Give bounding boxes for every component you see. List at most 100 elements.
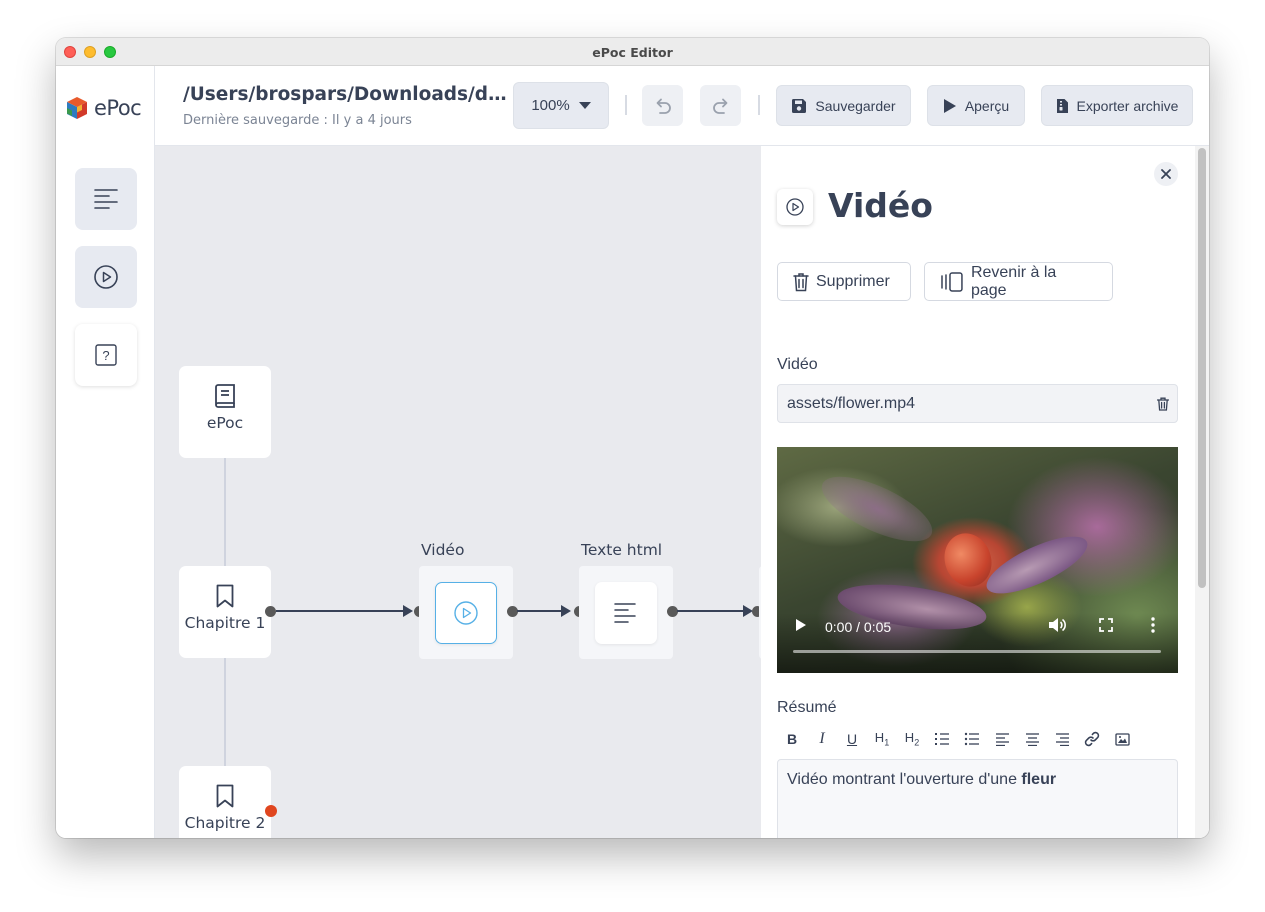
align-left-icon (995, 732, 1009, 746)
summary-editor[interactable]: Vidéo montrant l'ouverture d'une fleur (777, 759, 1178, 838)
alert-badge (265, 805, 277, 817)
bookmark-icon (216, 784, 234, 808)
delete-label: Supprimer (816, 272, 890, 290)
book-icon (215, 384, 235, 408)
last-saved-text: Dernière sauvegarde : Il y a 4 jours (183, 113, 412, 128)
underline-button[interactable]: U (837, 726, 867, 752)
heading1-button[interactable]: H1 (867, 726, 897, 752)
edge-line (677, 610, 745, 612)
summary-bold-text: fleur (1021, 771, 1057, 788)
panel-title: Vidéo (828, 186, 933, 225)
chapter-node[interactable]: Chapitre 1 (179, 566, 271, 658)
close-panel-button[interactable] (1154, 162, 1178, 186)
video-time: 0:00 / 0:05 (825, 619, 892, 635)
bullet-list-icon (964, 732, 979, 746)
align-left-button[interactable] (987, 726, 1017, 752)
undo-button[interactable] (642, 85, 683, 126)
play-icon[interactable] (795, 618, 807, 632)
chapter-output-handle[interactable] (265, 606, 276, 617)
video-file-value: assets/flower.mp4 (787, 395, 916, 412)
bullet-list-button[interactable] (957, 726, 987, 752)
align-left-icon (614, 603, 636, 623)
export-label: Exporter archive (1076, 97, 1179, 114)
back-to-page-button[interactable]: Revenir à la page (924, 262, 1113, 301)
chapter-node[interactable]: Chapitre 2 (179, 766, 271, 838)
play-circle-icon (454, 601, 478, 625)
page-node[interactable] (419, 566, 513, 659)
zoom-select[interactable]: 100% (513, 82, 609, 129)
connector-line (224, 658, 226, 766)
bookmark-icon (216, 584, 234, 608)
align-center-button[interactable] (1017, 726, 1047, 752)
toolbar-separator (625, 95, 627, 115)
align-center-icon (1025, 732, 1039, 746)
nav-content-button[interactable] (75, 168, 137, 230)
properties-panel: Vidéo Supprimer Revenir à la page Vidéo … (761, 146, 1209, 838)
redo-icon (712, 98, 727, 114)
ordered-list-icon (935, 733, 949, 745)
play-circle-icon (786, 198, 804, 216)
logo-text: ePoc (94, 96, 142, 120)
epoc-root-node[interactable]: ePoc (179, 366, 271, 458)
page-node[interactable] (579, 566, 673, 659)
close-icon (1161, 169, 1171, 179)
file-zip-icon (1056, 98, 1068, 113)
content-item[interactable] (435, 582, 497, 644)
project-path: /Users/brospars/Downloads/dem… (183, 84, 513, 105)
video-field-label: Vidéo (777, 356, 818, 373)
content-item[interactable] (595, 582, 657, 644)
volume-icon[interactable] (1048, 617, 1066, 633)
video-file-input[interactable]: assets/flower.mp4 (777, 384, 1178, 423)
page-title: Texte html (581, 541, 663, 559)
help-icon-glyph: ? (102, 348, 109, 363)
export-button[interactable]: Exporter archive (1041, 85, 1193, 126)
panel-type-badge (777, 189, 813, 225)
image-icon (1114, 732, 1130, 746)
panel-scrollbar-thumb[interactable] (1198, 148, 1206, 588)
trash-icon (793, 272, 809, 291)
flow-canvas[interactable]: ePoc Chapitre 1 Chapitre 2 Vidéo Texte h… (155, 146, 761, 838)
undo-icon (656, 98, 671, 114)
image-button[interactable] (1107, 726, 1137, 752)
align-left-icon (94, 189, 118, 209)
fullscreen-icon[interactable] (1099, 618, 1113, 632)
rich-text-toolbar: B I U H1 H2 (777, 726, 1137, 752)
chapter-label: Chapitre 2 (184, 814, 266, 832)
title-bar: ePoc Editor (56, 38, 1209, 66)
back-label: Revenir à la page (970, 263, 1057, 299)
trash-icon[interactable] (1157, 397, 1169, 411)
redo-button[interactable] (700, 85, 741, 126)
delete-button[interactable]: Supprimer (777, 262, 911, 301)
arrow-head (403, 605, 413, 617)
page-title: Vidéo (421, 541, 465, 559)
root-node-label: ePoc (206, 414, 244, 432)
arrow-head (561, 605, 571, 617)
edge-line (276, 610, 404, 612)
align-right-icon (1055, 732, 1069, 746)
summary-field-label: Résumé (777, 699, 837, 716)
nav-media-button[interactable] (75, 246, 137, 308)
nav-help-button[interactable]: ? (75, 324, 137, 386)
summary-text: Vidéo montrant l'ouverture d'une (787, 771, 1022, 788)
preview-button[interactable]: Aperçu (927, 85, 1025, 126)
left-sidebar: ePoc ? (56, 66, 155, 838)
italic-button[interactable]: I (807, 726, 837, 752)
edge-line (517, 610, 562, 612)
app-logo: ePoc (66, 96, 142, 120)
save-button[interactable]: Sauvegarder (776, 85, 911, 126)
bold-button[interactable]: B (777, 726, 807, 752)
page-stack-icon (941, 271, 963, 292)
link-button[interactable] (1077, 726, 1107, 752)
floppy-icon (792, 98, 807, 113)
more-options-icon[interactable] (1151, 617, 1155, 633)
play-icon (943, 98, 956, 113)
toolbar-separator (758, 95, 760, 115)
heading2-button[interactable]: H2 (897, 726, 927, 752)
video-progress-bar[interactable] (793, 650, 1161, 653)
app-window: ePoc Editor ePoc ? /Users/brospars/Downl… (56, 38, 1209, 838)
top-bar: /Users/brospars/Downloads/dem… Dernière … (155, 66, 1209, 146)
align-right-button[interactable] (1047, 726, 1077, 752)
video-player[interactable]: 0:00 / 0:05 (777, 447, 1178, 673)
ordered-list-button[interactable] (927, 726, 957, 752)
help-icon: ? (95, 344, 117, 366)
